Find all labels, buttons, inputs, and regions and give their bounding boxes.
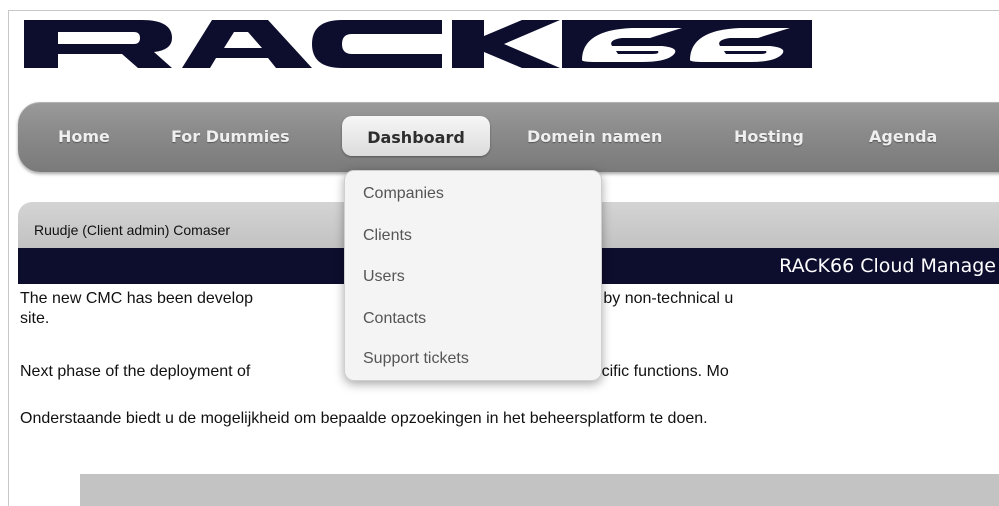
search-info-paragraph: Onderstaande biedt u de mogelijkheid om … <box>20 410 708 427</box>
menu-item-contacts[interactable]: Contacts <box>363 310 426 328</box>
user-label: Ruudje (Client admin) Comaser <box>34 222 231 238</box>
nav-item-domein-namen[interactable]: Domein namen <box>527 124 662 150</box>
window-border-top <box>8 10 999 11</box>
intro-paragraph-line2: site. <box>20 310 50 327</box>
menu-item-users[interactable]: Users <box>363 268 405 286</box>
nav-item-agenda[interactable]: Agenda <box>869 124 937 150</box>
search-panel <box>80 474 999 506</box>
menu-item-support-tickets[interactable]: Support tickets <box>363 350 469 368</box>
nav-item-home[interactable]: Home <box>58 124 110 150</box>
nav-item-dashboard[interactable]: Dashboard <box>342 116 490 156</box>
dashboard-dropdown-menu: Companies Clients Users Contacts Support… <box>344 170 602 381</box>
nav-item-for-dummies[interactable]: For Dummies <box>171 124 290 150</box>
rack66-logo <box>24 20 812 68</box>
nav-item-hosting[interactable]: Hosting <box>734 124 804 150</box>
menu-item-companies[interactable]: Companies <box>363 185 444 203</box>
menu-item-clients[interactable]: Clients <box>363 227 412 245</box>
page-title: RACK66 Cloud Manage <box>779 255 996 277</box>
main-navigation-bar: Home For Dummies Dashboard Domein namen … <box>18 102 999 172</box>
window-border-left <box>8 10 9 506</box>
